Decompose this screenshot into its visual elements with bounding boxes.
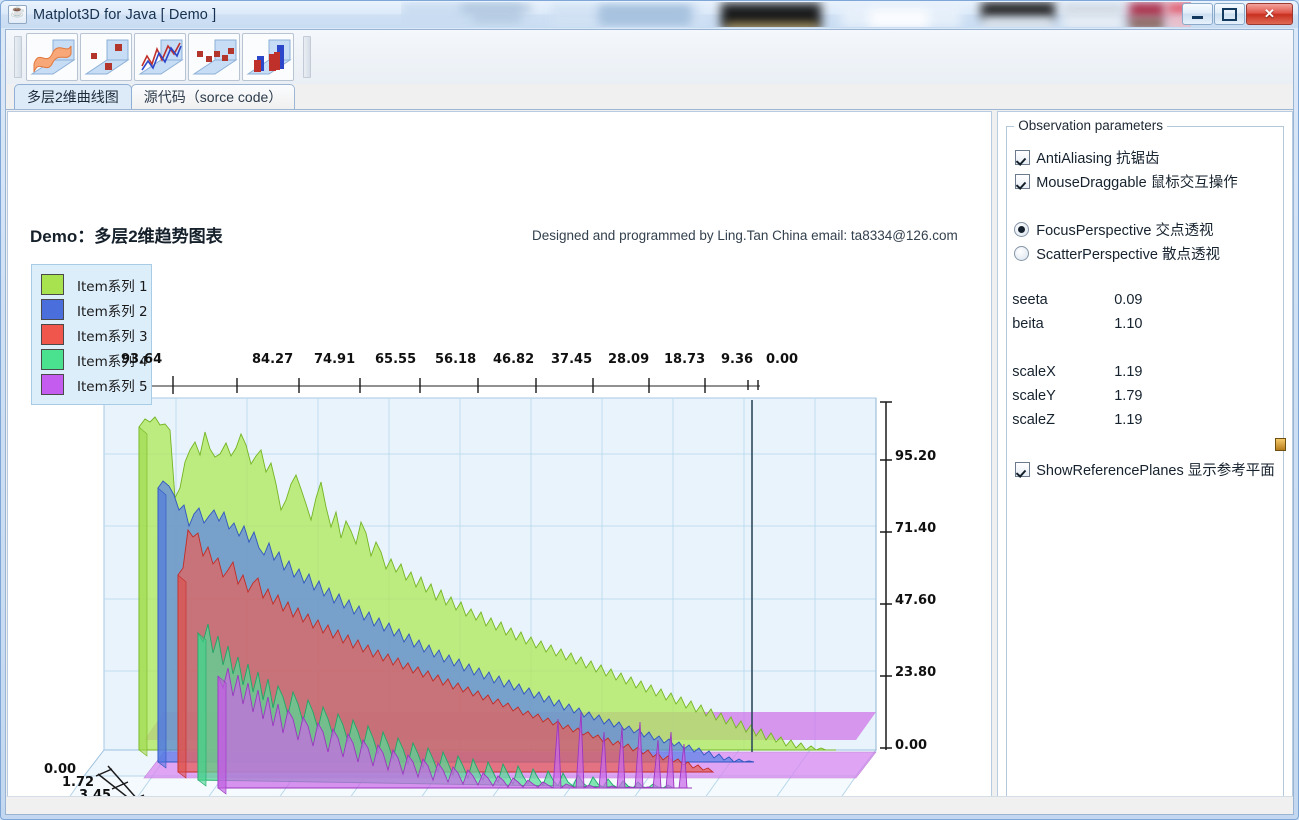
param-key-seeta: seeta [1012, 292, 1048, 308]
param-value-scalex: 1.19 [1114, 364, 1143, 380]
x-axis-tick: 65.55 [375, 352, 417, 367]
blurred-background-region [401, 2, 1191, 27]
window-title: Matplot3D for Java [ Demo ] [33, 6, 217, 23]
scatter-plane-icon[interactable] [188, 33, 240, 81]
y-axis-tick: 95.20 [895, 449, 937, 464]
surface-plot-icon[interactable] [26, 33, 78, 81]
scatter-perspective-radio[interactable] [1014, 246, 1030, 261]
horizontal-scrollbar[interactable] [6, 796, 1293, 814]
scatter-3d-icon[interactable] [80, 33, 132, 81]
param-value-scalez: 1.19 [1114, 412, 1143, 428]
window-controls[interactable]: ✕ [1182, 3, 1293, 25]
java-coffee-icon [8, 4, 27, 24]
legend-swatch-series-5 [41, 374, 64, 395]
legend-swatch-series-2 [41, 299, 64, 320]
param-key-scaley: scaleY [1012, 388, 1056, 404]
legend-label-series-3: Item系列 3 [77, 328, 148, 345]
maximize-button[interactable] [1214, 3, 1245, 25]
chart-canvas[interactable]: Demo：多层2维趋势图表 Designed and programmed by… [7, 111, 993, 814]
application-window: Matplot3D for Java [ Demo ] ✕ [0, 0, 1299, 820]
x-axis-tick: 56.18 [435, 352, 477, 367]
mouse-draggable-checkbox[interactable] [1015, 174, 1031, 189]
focus-perspective-radio-row[interactable]: FocusPerspective 交点透视 [1014, 219, 1214, 240]
mouse-draggable-checkbox-row[interactable]: MouseDraggable 鼠标交互操作 [1015, 171, 1238, 192]
antialiasing-label: AntiAliasing 抗锯齿 [1036, 151, 1160, 167]
antialiasing-checkbox[interactable] [1015, 150, 1031, 165]
toolbar [6, 30, 1293, 85]
parameters-group-title: Observation parameters [1014, 118, 1168, 133]
legend-swatch-series-4 [41, 349, 64, 370]
param-value-seeta: 0.09 [1114, 292, 1143, 308]
x-axis-tick: 84.27 [252, 352, 294, 367]
legend-swatch-series-1 [41, 274, 64, 295]
chart-legend: Item系列 1 Item系列 2 Item系列 3 Item系列 4 Item… [31, 264, 152, 405]
legend-item[interactable]: Item系列 1 [32, 272, 151, 297]
x-axis-tick: 18.73 [664, 352, 706, 367]
close-button[interactable]: ✕ [1246, 3, 1293, 25]
y-axis-tick: 47.60 [895, 593, 937, 608]
focus-perspective-radio[interactable] [1014, 222, 1030, 237]
chart-3d-render [65, 376, 892, 813]
param-key-beita: beita [1012, 316, 1044, 332]
bar-chart-icon[interactable] [242, 33, 294, 81]
show-reference-planes-label: ShowReferencePlanes 显示参考平面 [1036, 463, 1275, 479]
observation-parameters-panel: Observation parameters AntiAliasing 抗锯齿 … [997, 111, 1293, 814]
tab-source-code[interactable]: 源代码（sorce code） [130, 84, 296, 109]
show-reference-planes-checkbox[interactable] [1015, 462, 1031, 477]
x-axis-tick: 74.91 [314, 352, 356, 367]
y-axis-tick: 0.00 [895, 738, 928, 753]
x-axis-tick: 37.45 [551, 352, 593, 367]
legend-item[interactable]: Item系列 5 [32, 372, 151, 397]
x-axis-tick: 46.82 [493, 352, 535, 367]
focus-perspective-label: FocusPerspective 交点透视 [1036, 223, 1214, 239]
toolbar-grip[interactable] [14, 36, 22, 78]
param-key-scalez: scaleZ [1012, 412, 1055, 428]
show-reference-planes-checkbox-row[interactable]: ShowReferencePlanes 显示参考平面 [1015, 459, 1275, 480]
client-area: 多层2维曲线图 源代码（sorce code） Demo：多层2维趋势图表 De… [5, 29, 1294, 815]
page-title: Demo：多层2维趋势图表 [30, 227, 223, 246]
scatter-perspective-label: ScatterPerspective 散点透视 [1036, 247, 1220, 263]
param-value-scaley: 1.79 [1114, 388, 1143, 404]
param-key-scalex: scaleX [1012, 364, 1056, 380]
credit-text: Designed and programmed by Ling.Tan Chin… [532, 228, 958, 243]
tab-multilayer-2d-curve[interactable]: 多层2维曲线图 [14, 84, 132, 109]
mouse-draggable-label: MouseDraggable 鼠标交互操作 [1036, 175, 1238, 191]
tab-bar: 多层2维曲线图 源代码（sorce code） [6, 84, 1293, 110]
line-plot-icon[interactable] [134, 33, 186, 81]
main-split: Demo：多层2维趋势图表 Designed and programmed by… [6, 110, 1293, 814]
y-axis-tick: 71.40 [895, 521, 937, 536]
legend-swatch-series-3 [41, 324, 64, 345]
legend-item[interactable]: Item系列 3 [32, 322, 151, 347]
legend-label-series-5: Item系列 5 [77, 378, 148, 395]
toolbar-grip-end [303, 36, 311, 78]
scatter-perspective-radio-row[interactable]: ScatterPerspective 散点透视 [1014, 243, 1220, 264]
x-axis-tick: 0.00 [766, 352, 799, 367]
param-value-beita: 1.10 [1114, 316, 1143, 332]
x-axis-tick: 28.09 [608, 352, 650, 367]
legend-label-series-2: Item系列 2 [77, 303, 148, 320]
x-axis-tick: 93.64 [121, 352, 163, 367]
status-indicator-icon [1275, 438, 1286, 451]
minimize-button[interactable] [1182, 3, 1213, 25]
legend-label-series-1: Item系列 1 [77, 278, 148, 295]
x-axis-tick: 9.36 [721, 352, 754, 367]
y-axis-tick: 23.80 [895, 665, 937, 680]
antialiasing-checkbox-row[interactable]: AntiAliasing 抗锯齿 [1015, 147, 1160, 168]
legend-item[interactable]: Item系列 2 [32, 297, 151, 322]
title-bar[interactable]: Matplot3D for Java [ Demo ] ✕ [1, 1, 1298, 28]
